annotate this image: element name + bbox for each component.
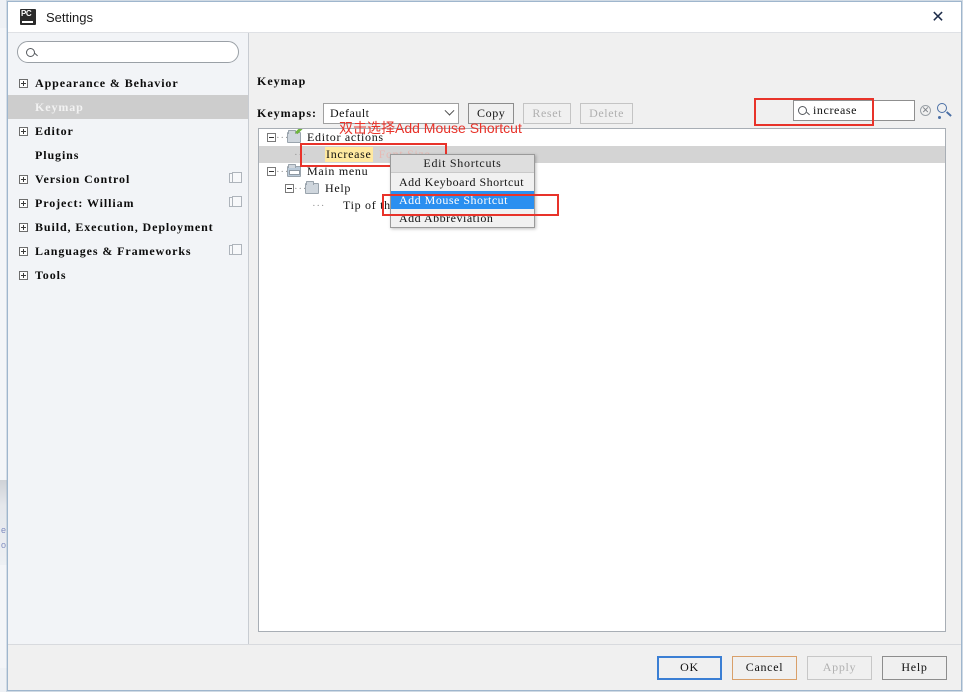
sidebar-item-label: Tools bbox=[35, 267, 67, 282]
keymap-search-box[interactable] bbox=[793, 100, 915, 121]
sidebar-search-box[interactable] bbox=[17, 41, 239, 63]
context-menu-item-label: Add Abbreviation bbox=[399, 210, 494, 225]
search-icon bbox=[26, 47, 35, 57]
tree-row-increase-font-size[interactable]: ···IncreaseFont Size bbox=[259, 146, 945, 163]
pycharm-icon bbox=[20, 9, 36, 25]
close-icon[interactable]: ✕ bbox=[915, 2, 961, 32]
sidebar-item-languages-frameworks[interactable]: Languages & Frameworks bbox=[8, 239, 248, 263]
context-menu[interactable]: Edit Shortcuts Add Keyboard Shortcut Add … bbox=[390, 154, 535, 228]
sidebar-item-label: Plugins bbox=[35, 147, 80, 162]
background-glyph-2: o bbox=[1, 540, 7, 550]
tree-guide-dots: ··· bbox=[276, 131, 290, 144]
copy-settings-icon[interactable] bbox=[229, 196, 242, 207]
sidebar-item-label: Project: William bbox=[35, 195, 135, 210]
tree-row-label: Increase bbox=[325, 147, 373, 162]
context-menu-item-add-mouse-shortcut[interactable]: Add Mouse Shortcut bbox=[391, 191, 534, 209]
expand-plus-icon[interactable] bbox=[19, 270, 28, 280]
background-glyph-1: e bbox=[1, 525, 7, 535]
folder-keyboard-icon bbox=[287, 164, 301, 177]
expand-plus-icon[interactable] bbox=[19, 222, 28, 232]
context-menu-header: Edit Shortcuts bbox=[391, 155, 534, 173]
collapse-minus-icon[interactable] bbox=[285, 184, 294, 193]
tree-guide-dots: ··· bbox=[276, 165, 290, 178]
chevron-down-icon bbox=[444, 105, 455, 116]
collapse-minus-icon[interactable] bbox=[267, 133, 276, 142]
apply-button: Apply bbox=[807, 655, 872, 680]
dialog-title: Settings bbox=[46, 9, 93, 25]
sidebar-item-appearance-behavior[interactable]: Appearance & Behavior bbox=[8, 71, 248, 95]
page-title: Keymap bbox=[257, 74, 307, 88]
cancel-button[interactable]: Cancel bbox=[732, 655, 797, 680]
folder-pencil-icon bbox=[287, 129, 303, 143]
expand-plus-icon[interactable] bbox=[19, 198, 28, 208]
copy-settings-icon[interactable] bbox=[229, 172, 242, 183]
clear-icon[interactable]: ✕ bbox=[920, 105, 931, 116]
folder-icon bbox=[305, 181, 319, 194]
help-button[interactable]: Help bbox=[882, 655, 947, 680]
sidebar-search-input[interactable] bbox=[40, 45, 238, 59]
context-menu-item-add-abbreviation[interactable]: Add Abbreviation bbox=[391, 209, 534, 227]
sidebar-search-wrap bbox=[8, 41, 248, 71]
settings-sidebar: Appearance & Behavior Keymap Editor Plugins… bbox=[8, 33, 249, 644]
reset-keymap-button: Reset bbox=[523, 103, 572, 124]
keymap-tree[interactable]: ···Editor actions···IncreaseFont Size···… bbox=[258, 128, 946, 632]
tree-guide-dots: ··· bbox=[294, 182, 308, 195]
collapse-minus-icon[interactable] bbox=[267, 167, 276, 176]
sidebar-item-label: Appearance & Behavior bbox=[35, 75, 179, 90]
sidebar-item-tools[interactable]: Tools bbox=[8, 263, 248, 287]
context-menu-item-label: Add Mouse Shortcut bbox=[399, 192, 508, 207]
tree-row-label: Main menu bbox=[307, 164, 369, 178]
dialog-titlebar: Settings ✕ bbox=[8, 2, 961, 33]
sidebar-item-project-william[interactable]: Project: William bbox=[8, 191, 248, 215]
keymap-tree-rows: ···Editor actions···IncreaseFont Size···… bbox=[259, 129, 945, 214]
sidebar-list: Appearance & Behavior Keymap Editor Plugins… bbox=[8, 71, 248, 287]
expand-plus-icon[interactable] bbox=[19, 246, 28, 256]
annotation-text: 双击选择Add Mouse Shortcut bbox=[339, 120, 522, 136]
sidebar-item-label: Build, Execution, Deployment bbox=[35, 219, 214, 234]
context-menu-items: Add Keyboard Shortcut Add Mouse Shortcut A… bbox=[391, 173, 534, 227]
context-menu-item-label: Add Keyboard Shortcut bbox=[399, 174, 525, 189]
sidebar-item-label: Editor bbox=[35, 123, 74, 138]
tree-row-help[interactable]: ··· Help bbox=[259, 180, 945, 197]
sidebar-item-build-execution-deployment[interactable]: Build, Execution, Deployment bbox=[8, 215, 248, 239]
copy-settings-icon[interactable] bbox=[229, 244, 242, 255]
search-icon bbox=[798, 106, 807, 115]
tree-row-tip-of-the-day[interactable]: ··· Tip of the Day bbox=[259, 197, 945, 214]
keymaps-label: Keymaps: bbox=[257, 106, 317, 120]
expand-plus-icon[interactable] bbox=[19, 78, 28, 88]
filter-search-icon[interactable] bbox=[937, 103, 953, 119]
dialog-footer: OK Cancel Apply Help bbox=[8, 644, 961, 690]
sidebar-item-label: Languages & Frameworks bbox=[35, 243, 192, 258]
sidebar-item-editor[interactable]: Editor bbox=[8, 119, 248, 143]
sidebar-item-label: Keymap bbox=[35, 99, 84, 114]
tree-row-main-menu[interactable]: ··· Main menu bbox=[259, 163, 945, 180]
sidebar-item-plugins[interactable]: Plugins bbox=[8, 143, 248, 167]
sidebar-item-version-control[interactable]: Version Control bbox=[8, 167, 248, 191]
ok-button[interactable]: OK bbox=[657, 655, 722, 680]
tree-row-label: Help bbox=[325, 181, 352, 195]
sidebar-item-keymap[interactable]: Keymap bbox=[8, 95, 248, 119]
keymap-search-input[interactable] bbox=[811, 102, 899, 119]
expand-plus-icon[interactable] bbox=[19, 174, 28, 184]
tree-guide-dots: ··· bbox=[312, 199, 326, 212]
tree-guide-dots: ··· bbox=[294, 148, 308, 161]
expand-plus-icon[interactable] bbox=[19, 126, 28, 136]
delete-keymap-button: Delete bbox=[580, 103, 633, 124]
context-menu-item-add-keyboard-shortcut[interactable]: Add Keyboard Shortcut bbox=[391, 173, 534, 191]
sidebar-item-label: Version Control bbox=[35, 171, 131, 186]
